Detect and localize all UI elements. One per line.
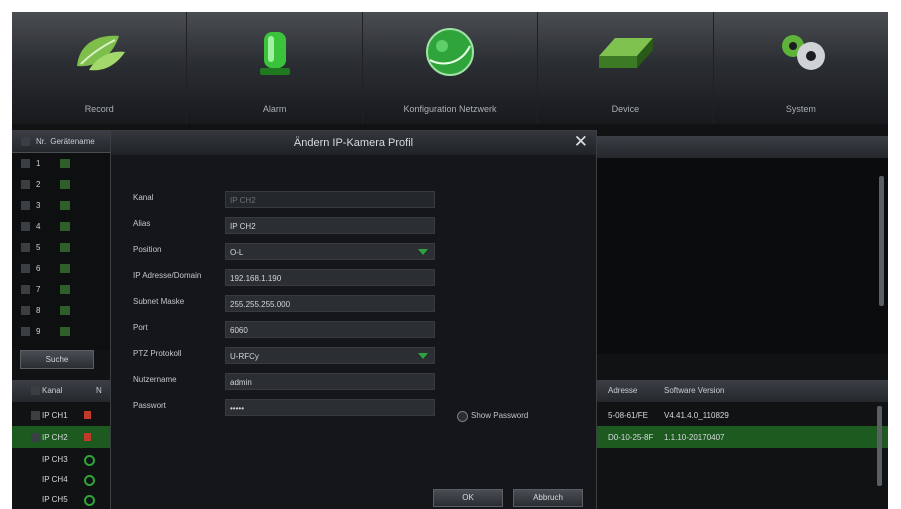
row-checkbox[interactable]: [31, 433, 40, 442]
row-checkbox[interactable]: [21, 285, 30, 294]
camera-icon: [60, 306, 71, 315]
show-password-label: Show Password: [471, 411, 529, 420]
dialog-title: Ändern IP-Kamera Profil: [111, 131, 596, 155]
nav-device[interactable]: Device: [538, 12, 714, 124]
row-checkbox[interactable]: [31, 411, 40, 420]
position-select[interactable]: O-L: [225, 243, 435, 260]
list-item[interactable]: 3: [12, 195, 110, 216]
camera-icon: [60, 159, 71, 168]
camera-icon: [60, 180, 71, 189]
kanal-label: Kanal: [133, 193, 154, 202]
top-navigation: Record Alarm Konfiguration Netzwerk Devi…: [12, 12, 888, 124]
kanal-field: IP CH2: [225, 191, 435, 208]
scrollbar[interactable]: [877, 406, 882, 486]
row-checkbox[interactable]: [21, 243, 30, 252]
nav-record[interactable]: Record: [12, 12, 188, 124]
edit-camera-dialog: Ändern IP-Kamera Profil ✕ Kanal IP CH2 A…: [110, 130, 597, 509]
alias-label: Alias: [133, 219, 151, 228]
list-item[interactable]: 4: [12, 216, 110, 237]
subnet-mask-field[interactable]: 255.255.255.000: [225, 295, 435, 312]
row-checkbox[interactable]: [21, 180, 30, 189]
ip-address-field[interactable]: 192.168.1.190: [225, 269, 435, 286]
col-kanal: Kanal: [42, 386, 63, 395]
nav-network[interactable]: Konfiguration Netzwerk: [363, 12, 539, 124]
username-field[interactable]: admin: [225, 373, 435, 390]
camera-icon: [60, 285, 71, 294]
chevron-down-icon: [418, 353, 428, 359]
status-online-icon: [84, 495, 95, 506]
nav-record-label: Record: [84, 104, 114, 114]
status-online-icon: [84, 455, 95, 466]
dvr-screen: Record Alarm Konfiguration Netzwerk Devi…: [12, 12, 888, 509]
subnet-label: Subnet Maske: [133, 297, 185, 306]
ptz-protocol-select[interactable]: U-RFCy: [225, 347, 435, 364]
username-label: Nutzername: [133, 375, 177, 384]
password-label: Passwort: [133, 401, 166, 410]
show-password-radio[interactable]: [457, 411, 468, 422]
close-icon[interactable]: ✕: [574, 132, 588, 152]
camera-icon: [60, 264, 71, 273]
ip-label: IP Adresse/Domain: [133, 271, 202, 280]
nav-network-label: Konfiguration Netzwerk: [403, 104, 497, 114]
nav-system[interactable]: System: [714, 12, 888, 124]
device-list-header: Nr. Gerätename: [12, 130, 110, 153]
row-checkbox[interactable]: [21, 327, 30, 336]
list-item[interactable]: 6: [12, 258, 110, 279]
col-device-name: Gerätename: [50, 136, 95, 146]
list-item[interactable]: 5: [12, 237, 110, 258]
gears-icon: [781, 35, 825, 70]
status-offline-icon: [84, 411, 91, 419]
nav-alarm-label: Alarm: [262, 104, 287, 114]
hard-drive-icon: [599, 38, 654, 68]
search-button[interactable]: Suche: [20, 350, 94, 369]
device-details-panel: [595, 136, 888, 354]
list-item[interactable]: 7: [12, 279, 110, 300]
col-software: Software Version: [664, 386, 725, 395]
row-checkbox[interactable]: [21, 159, 30, 168]
nav-alarm[interactable]: Alarm: [187, 12, 363, 124]
row-checkbox[interactable]: [21, 222, 30, 231]
password-field[interactable]: •••••: [225, 399, 435, 416]
chevron-down-icon: [418, 249, 428, 255]
status-online-icon: [84, 475, 95, 486]
leaf-icon: [77, 35, 126, 71]
nav-system-label: System: [785, 104, 816, 114]
col-adresse: Adresse: [608, 386, 638, 395]
nav-device-label: Device: [611, 104, 640, 114]
position-label: Position: [133, 245, 162, 254]
row-checkbox[interactable]: [21, 201, 30, 210]
panel-header: [595, 136, 888, 158]
globe-network-icon: [426, 28, 475, 76]
list-item[interactable]: 2: [12, 174, 110, 195]
camera-icon: [60, 243, 71, 252]
status-offline-icon: [84, 433, 91, 441]
alias-field[interactable]: IP CH2: [225, 217, 435, 234]
col-nr: Nr.: [36, 136, 47, 146]
alarm-siren-icon: [259, 32, 290, 75]
col-n: N: [96, 386, 102, 395]
row-checkbox[interactable]: [21, 306, 30, 315]
cancel-button[interactable]: Abbruch: [513, 489, 583, 507]
device-list: Nr. Gerätename 1 2 3 4 5 6 7 8 9: [12, 130, 110, 350]
list-item[interactable]: 8: [12, 300, 110, 321]
list-item[interactable]: 9: [12, 321, 110, 342]
ok-button[interactable]: OK: [433, 489, 503, 507]
select-all-checkbox[interactable]: [31, 386, 40, 395]
port-label: Port: [133, 323, 148, 332]
camera-icon: [60, 201, 71, 210]
ptz-label: PTZ Protokoll: [133, 349, 182, 358]
camera-icon: [60, 222, 71, 231]
port-field[interactable]: 6060: [225, 321, 435, 338]
camera-icon: [60, 327, 71, 336]
row-checkbox[interactable]: [21, 264, 30, 273]
scrollbar[interactable]: [879, 176, 884, 306]
list-item[interactable]: 1: [12, 153, 110, 174]
select-all-checkbox[interactable]: [21, 136, 30, 146]
